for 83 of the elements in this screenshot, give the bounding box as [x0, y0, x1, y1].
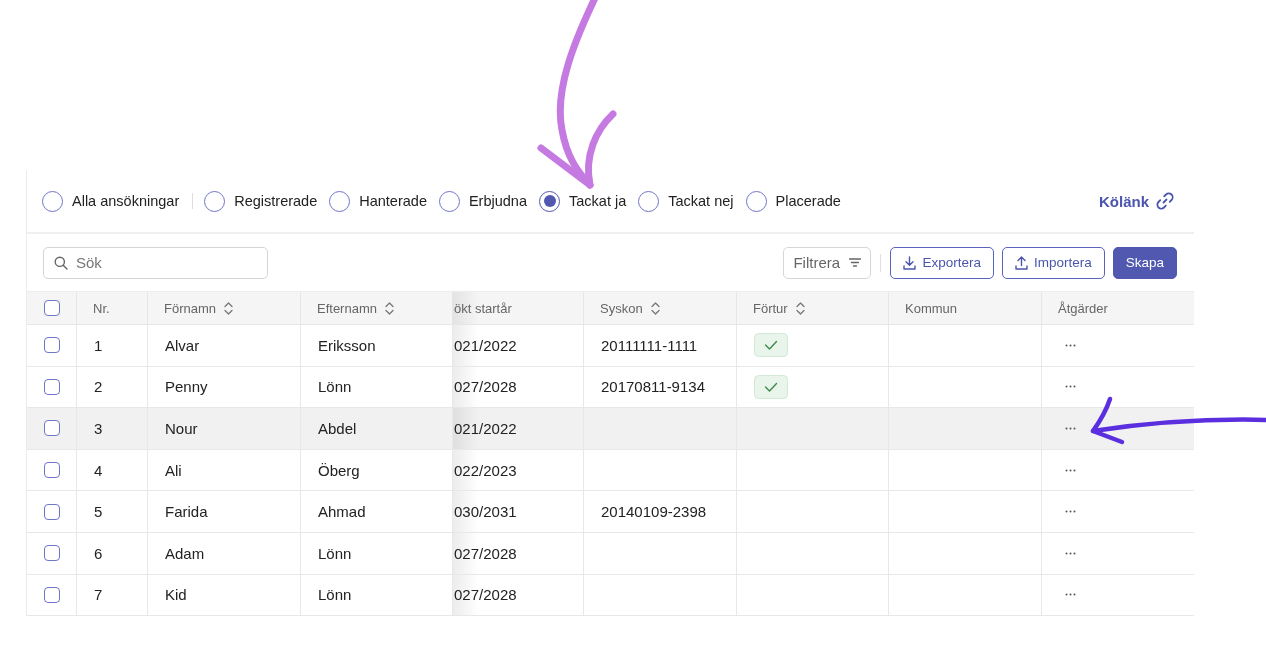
- radio-label[interactable]: Registrerade: [234, 193, 318, 209]
- table-cell: Penny: [165, 378, 208, 396]
- sort-icon[interactable]: [650, 301, 660, 315]
- table-cell: Nour: [165, 420, 198, 437]
- table-cell: Alvar: [165, 336, 200, 354]
- table-cell: 1: [94, 336, 103, 354]
- search-field[interactable]: Sök: [43, 246, 268, 279]
- download-icon: [903, 255, 917, 270]
- table-cell: 6: [94, 544, 103, 562]
- table-cell: Farida: [165, 503, 208, 521]
- table-cell: 4: [94, 461, 103, 479]
- table-cell: Lönn: [318, 586, 352, 604]
- table-cell: 20140109-2398: [601, 503, 707, 521]
- radio-button[interactable]: [204, 190, 226, 212]
- table-cell: 3: [94, 420, 103, 437]
- more-icon: [1065, 385, 1076, 389]
- more-icon: [1065, 593, 1076, 597]
- table-cell: Öberg: [318, 461, 360, 479]
- table-cell: Kid: [165, 586, 187, 604]
- table-cell: 021/2022: [454, 420, 517, 437]
- create-button[interactable]: Skapa: [1112, 246, 1177, 279]
- radio-button[interactable]: [539, 190, 560, 212]
- table-cell: 20111111-1111: [601, 336, 698, 354]
- table-cell: Abdel: [318, 420, 357, 437]
- table-cell: 5: [94, 503, 103, 521]
- column-header: ökt startår: [454, 300, 512, 316]
- column-header[interactable]: Efternamn: [317, 300, 377, 316]
- checkbox[interactable]: [43, 337, 60, 354]
- column-header: Kommun: [905, 300, 958, 316]
- table-cell: 027/2028: [454, 378, 517, 396]
- checkbox[interactable]: [43, 300, 60, 316]
- checkbox[interactable]: [43, 462, 60, 479]
- checkbox[interactable]: [43, 545, 60, 562]
- table-cell: Lönn: [318, 378, 352, 396]
- filter-dropdown[interactable]: Filtrera: [783, 246, 872, 279]
- table-cell: Ahmad: [318, 503, 366, 521]
- queue-link[interactable]: Kölänk: [1099, 192, 1174, 210]
- column-header[interactable]: Syskon: [600, 300, 643, 316]
- radio-label[interactable]: Tackat ja: [569, 193, 627, 209]
- radio-button[interactable]: [42, 190, 63, 212]
- radio-label[interactable]: Placerade: [775, 193, 841, 209]
- checkbox[interactable]: [43, 378, 60, 395]
- table-cell: 022/2023: [454, 461, 517, 479]
- more-icon: [1065, 427, 1076, 430]
- import-button[interactable]: Importera: [1001, 246, 1105, 279]
- link-icon: [1156, 192, 1174, 210]
- table-cell: Eriksson: [318, 336, 376, 354]
- more-icon: [1065, 510, 1076, 514]
- table-cell: 030/2031: [454, 503, 517, 521]
- radio-button[interactable]: [329, 190, 351, 212]
- radio-label[interactable]: Hanterade: [359, 193, 427, 209]
- radio-button[interactable]: [745, 190, 767, 212]
- table-cell: 027/2028: [454, 586, 517, 604]
- checkbox[interactable]: [43, 503, 60, 520]
- search-icon: [54, 255, 68, 270]
- sort-icon[interactable]: [224, 301, 234, 315]
- table-cell: 021/2022: [454, 336, 517, 354]
- table-cell: Adam: [165, 544, 205, 562]
- checkbox[interactable]: [43, 420, 60, 437]
- table-cell: 20170811-9134: [601, 378, 705, 396]
- radio-button[interactable]: [438, 190, 460, 212]
- table-cell: 7: [94, 586, 103, 604]
- filter-icon: [849, 258, 862, 267]
- table-cell: Ali: [165, 461, 182, 479]
- radio-label[interactable]: Erbjudna: [468, 193, 527, 209]
- column-header[interactable]: Förnamn: [164, 300, 217, 316]
- upload-icon: [1014, 255, 1028, 270]
- more-icon: [1065, 551, 1076, 555]
- table-cell: 2: [94, 378, 103, 396]
- table-cell: Lönn: [318, 544, 352, 562]
- column-header: Nr.: [93, 300, 110, 316]
- sort-icon[interactable]: [795, 301, 805, 315]
- checkbox[interactable]: [43, 586, 60, 603]
- table-cell: 027/2028: [454, 544, 517, 562]
- more-icon: [1065, 468, 1076, 472]
- more-icon: [1065, 343, 1076, 347]
- column-header[interactable]: Förtur: [753, 300, 788, 316]
- column-header: Åtgärder: [1058, 300, 1108, 316]
- export-button[interactable]: Exportera: [890, 246, 994, 279]
- radio-button[interactable]: [638, 190, 660, 212]
- radio-label[interactable]: Alla ansökningar: [72, 193, 180, 209]
- radio-label[interactable]: Tackat nej: [668, 193, 734, 209]
- sort-icon[interactable]: [385, 301, 394, 315]
